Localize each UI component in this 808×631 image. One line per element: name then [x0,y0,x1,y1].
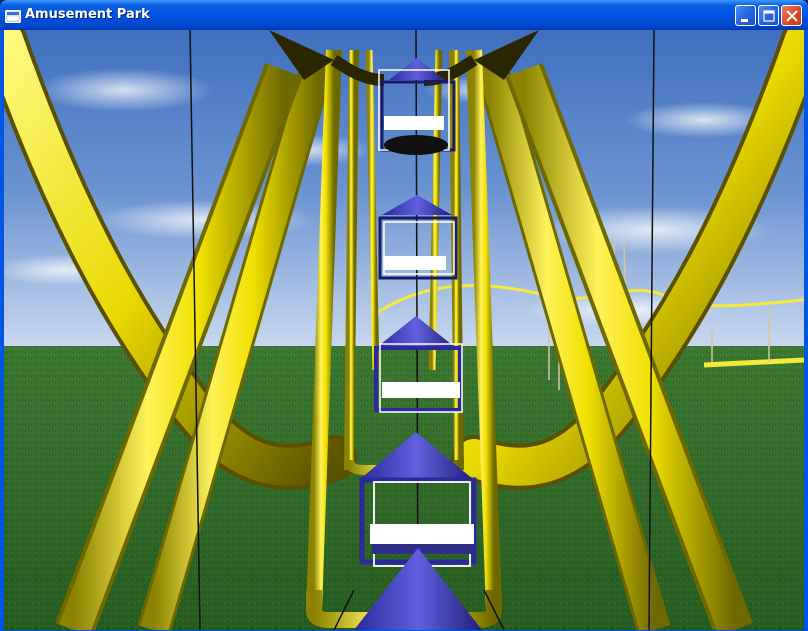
close-icon [786,10,798,22]
3d-viewport[interactable] [4,30,804,630]
maximize-icon [763,10,775,22]
maximize-button[interactable] [758,5,779,26]
close-button[interactable] [781,5,802,26]
window-app-icon[interactable] [5,8,21,23]
title-bar[interactable]: Amusement Park [0,0,808,30]
minimize-icon [741,19,748,22]
app-window: Amusement Park [0,0,808,631]
minimize-button[interactable] [735,5,756,26]
window-title: Amusement Park [25,7,150,22]
